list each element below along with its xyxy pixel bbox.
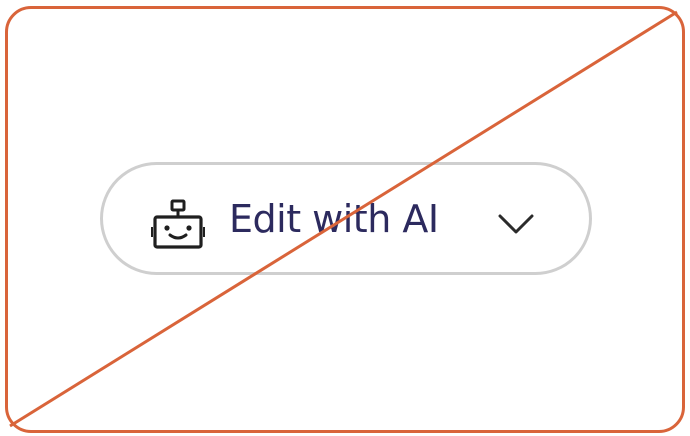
robot-icon xyxy=(151,199,205,249)
crossed-out-frame: Edit with AI xyxy=(5,6,685,433)
edit-with-ai-button[interactable]: Edit with AI xyxy=(100,162,592,275)
edit-with-ai-label: Edit with AI xyxy=(229,197,439,241)
chevron-down-icon[interactable] xyxy=(497,211,535,237)
